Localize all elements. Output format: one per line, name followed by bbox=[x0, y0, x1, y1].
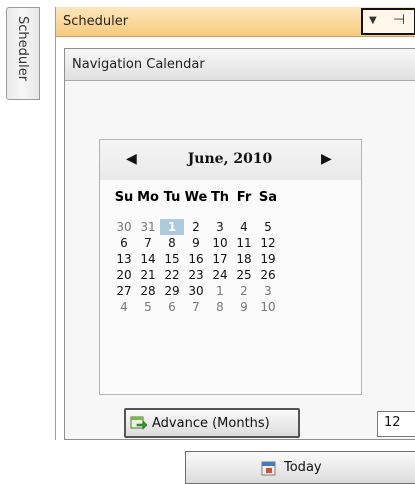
day-header: We bbox=[184, 190, 208, 205]
calendar-day[interactable]: 15 bbox=[160, 251, 184, 267]
calendar-day[interactable]: 10 bbox=[208, 235, 232, 251]
advance-months-label: Advance (Months) bbox=[152, 416, 270, 431]
pane-header: Scheduler ▼ ⊣ bbox=[56, 7, 415, 37]
calendar-day-other-month[interactable]: 6 bbox=[160, 299, 184, 315]
group-title: Navigation Calendar bbox=[72, 57, 205, 72]
calendar-day[interactable]: 24 bbox=[208, 267, 232, 283]
calendar-day[interactable]: 27 bbox=[112, 283, 136, 299]
calendar-day[interactable]: 9 bbox=[184, 235, 208, 251]
calendar-day-other-month[interactable]: 5 bbox=[136, 299, 160, 315]
calendar-day-other-month[interactable]: 31 bbox=[136, 219, 160, 235]
calendar-day-other-month[interactable]: 1 bbox=[208, 283, 232, 299]
day-header: Tu bbox=[163, 190, 181, 205]
calendar-day[interactable]: 11 bbox=[232, 235, 256, 251]
calendar-day-selected[interactable]: 1 bbox=[160, 219, 184, 235]
today-label: Today bbox=[284, 460, 322, 475]
navigation-calendar-group: Navigation Calendar ◀ June, 2010 ▶ Su Mo T… bbox=[64, 48, 415, 484]
month-calendar: ◀ June, 2010 ▶ Su Mo Tu We Th Fr Sa 30 31 1 2 3 4 5 6… bbox=[99, 139, 362, 395]
calendar-grid: 30 31 1 2 3 4 5 6 7 8 9 10 11 12 13 14 15 16 17 18 19 20 21 22 2… bbox=[112, 219, 352, 315]
today-button[interactable]: Today bbox=[185, 451, 415, 484]
calendar-day-other-month[interactable]: 10 bbox=[256, 299, 280, 315]
calendar-day[interactable]: 29 bbox=[160, 283, 184, 299]
calendar-day[interactable]: 16 bbox=[184, 251, 208, 267]
calendar-day[interactable]: 17 bbox=[208, 251, 232, 267]
group-header: Navigation Calendar bbox=[65, 49, 415, 81]
calendar-day[interactable]: 8 bbox=[160, 235, 184, 251]
calendar-day[interactable]: 22 bbox=[160, 267, 184, 283]
day-header: Th bbox=[210, 190, 230, 205]
scheduler-pane: Scheduler ▼ ⊣ Navigation Calendar ◀ June… bbox=[55, 7, 415, 484]
calendar-day[interactable]: 30 bbox=[184, 283, 208, 299]
calendar-day[interactable]: 12 bbox=[256, 235, 280, 251]
advance-months-button[interactable]: Advance (Months) bbox=[124, 408, 300, 438]
calendar-day[interactable]: 25 bbox=[232, 267, 256, 283]
calendar-day[interactable]: 18 bbox=[232, 251, 256, 267]
calendar-day[interactable]: 2 bbox=[184, 219, 208, 235]
calendar-day[interactable]: 14 bbox=[136, 251, 160, 267]
months-input[interactable]: 12 bbox=[377, 411, 415, 437]
calendar-day-other-month[interactable]: 30 bbox=[112, 219, 136, 235]
calendar-arrow-icon bbox=[130, 416, 148, 430]
calendar-day[interactable]: 5 bbox=[256, 219, 280, 235]
side-tab-scheduler[interactable]: Scheduler bbox=[6, 7, 40, 100]
calendar-header: ◀ June, 2010 ▶ bbox=[100, 140, 361, 180]
day-header: Mo bbox=[137, 190, 159, 205]
calendar-title: June, 2010 bbox=[187, 151, 273, 167]
calendar-day[interactable]: 6 bbox=[112, 235, 136, 251]
calendar-day-other-month[interactable]: 3 bbox=[256, 283, 280, 299]
pin-icon[interactable]: ⊣ bbox=[393, 12, 405, 28]
calendar-day[interactable]: 20 bbox=[112, 267, 136, 283]
chevron-down-icon[interactable]: ▼ bbox=[369, 15, 377, 26]
calendar-day-other-month[interactable]: 4 bbox=[112, 299, 136, 315]
calendar-day[interactable]: 26 bbox=[256, 267, 280, 283]
day-header: Fr bbox=[236, 190, 252, 205]
calendar-day[interactable]: 7 bbox=[136, 235, 160, 251]
calendar-day-other-month[interactable]: 2 bbox=[232, 283, 256, 299]
calendar-day[interactable]: 4 bbox=[232, 219, 256, 235]
calendar-day[interactable]: 21 bbox=[136, 267, 160, 283]
pane-title: Scheduler bbox=[63, 14, 129, 29]
calendar-day[interactable]: 3 bbox=[208, 219, 232, 235]
calendar-day-other-month[interactable]: 9 bbox=[232, 299, 256, 315]
calendar-day[interactable]: 13 bbox=[112, 251, 136, 267]
calendar-day-other-month[interactable]: 8 bbox=[208, 299, 232, 315]
side-tab-label: Scheduler bbox=[15, 16, 30, 82]
today-icon bbox=[261, 461, 276, 476]
chevron-left-icon[interactable]: ◀ bbox=[126, 151, 137, 167]
calendar-day[interactable]: 28 bbox=[136, 283, 160, 299]
chevron-right-icon[interactable]: ▶ bbox=[321, 151, 332, 167]
pane-controls: ▼ ⊣ bbox=[361, 8, 415, 35]
calendar-day[interactable]: 23 bbox=[184, 267, 208, 283]
calendar-day[interactable]: 19 bbox=[256, 251, 280, 267]
calendar-day-other-month[interactable]: 7 bbox=[184, 299, 208, 315]
day-headers: Su Mo Tu We Th Fr Sa bbox=[112, 190, 352, 210]
day-header: Sa bbox=[258, 190, 278, 205]
day-header: Su bbox=[114, 190, 134, 205]
